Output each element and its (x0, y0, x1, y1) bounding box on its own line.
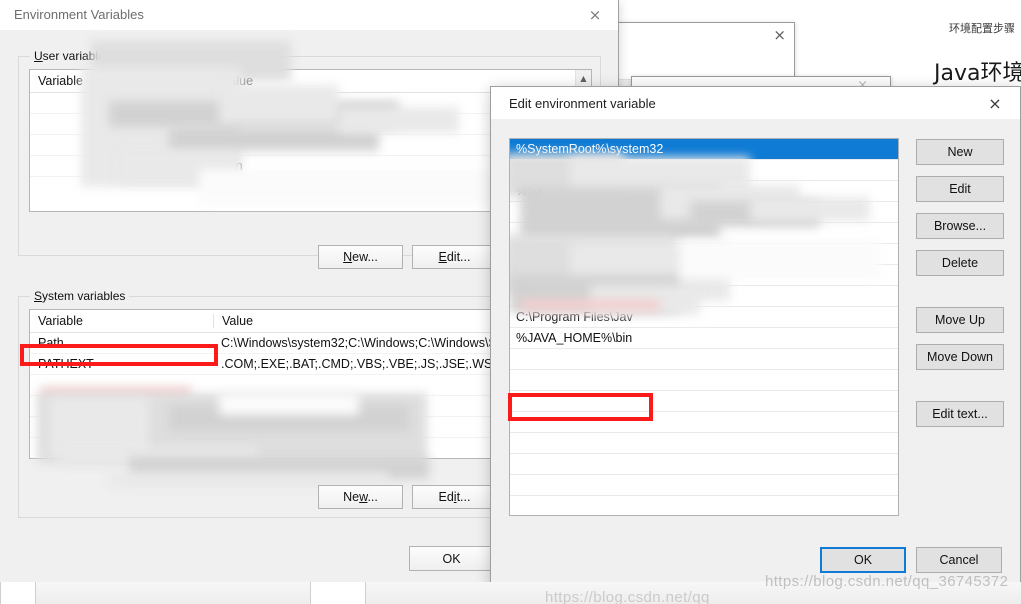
system-new-button[interactable]: New... (318, 485, 403, 509)
close-icon[interactable]: × (580, 4, 610, 26)
move-up-button[interactable]: Move Up (916, 307, 1004, 333)
edit-dialog-title-bar: Edit environment variable × (491, 87, 1020, 119)
bottom-tab-a[interactable] (310, 582, 366, 604)
edit-dialog-title: Edit environment variable (509, 96, 656, 111)
path-entry-row[interactable] (510, 160, 898, 181)
path-entry-row[interactable] (510, 391, 898, 412)
env-dialog-title-bar: Environment Variables × (0, 0, 618, 30)
path-entry-row[interactable] (510, 370, 898, 391)
path-entry-row[interactable] (510, 412, 898, 433)
bottom-tab-b[interactable] (0, 582, 36, 604)
path-entry-row[interactable]: C:\Program Files\Jav (510, 307, 898, 328)
path-entry-row[interactable] (510, 349, 898, 370)
edit-environment-variable-dialog: Edit environment variable × %SystemRoot%… (490, 86, 1021, 591)
edit-ok-button[interactable]: OK (820, 547, 906, 573)
column-header-variable: Variable (38, 74, 83, 88)
path-entry-row[interactable] (510, 223, 898, 244)
system-edit-button[interactable]: Edit... (412, 485, 497, 509)
new-button[interactable]: New (916, 139, 1004, 165)
taskbar-strip (0, 582, 1021, 604)
scroll-up-arrow-icon[interactable]: ▲ (576, 70, 591, 86)
path-entry-row[interactable] (510, 475, 898, 496)
path-entry-row[interactable] (510, 244, 898, 265)
user-variables-label: User variables fo (30, 49, 129, 63)
close-icon[interactable]: × (980, 92, 1010, 114)
browse-button[interactable]: Browse... (916, 213, 1004, 239)
path-entry-row[interactable] (510, 202, 898, 223)
edit-button[interactable]: Edit (916, 176, 1004, 202)
path-entry-row-java-home[interactable]: %JAVA_HOME%\bin (510, 328, 898, 349)
article-heading: Java环境配 (934, 61, 1021, 86)
user-edit-button[interactable]: Edit... (412, 245, 497, 269)
system-variables-label: System variables (30, 289, 130, 303)
cell-variable: Path (38, 336, 64, 350)
user-new-button[interactable]: New... (318, 245, 403, 269)
path-entry-row[interactable] (510, 286, 898, 307)
ok-button[interactable]: OK (409, 546, 494, 571)
cell-variable: PATHEXT (38, 357, 94, 371)
path-entry-row[interactable] (510, 265, 898, 286)
delete-button[interactable]: Delete (916, 250, 1004, 276)
column-header-variable: Variable (38, 314, 83, 328)
path-entry-row[interactable]: %SJ (510, 181, 898, 202)
path-entry-row[interactable]: %SystemRoot%\system32 (510, 139, 898, 160)
screen: 环境配置步骤 Java环境配 × × Environment Variables… (0, 0, 1021, 604)
edit-cancel-button[interactable]: Cancel (916, 547, 1002, 573)
path-entry-row[interactable] (510, 454, 898, 475)
env-dialog-title: Environment Variables (14, 7, 144, 22)
edit-text-button[interactable]: Edit text... (916, 401, 1004, 427)
article-subheading: 环境配置步骤 (949, 22, 1015, 35)
path-entry-row[interactable] (510, 433, 898, 454)
move-down-button[interactable]: Move Down (916, 344, 1004, 370)
path-entries-list[interactable]: %SystemRoot%\system32 %SJ C:\Program Fil… (509, 138, 899, 516)
close-icon[interactable]: × (773, 28, 786, 43)
